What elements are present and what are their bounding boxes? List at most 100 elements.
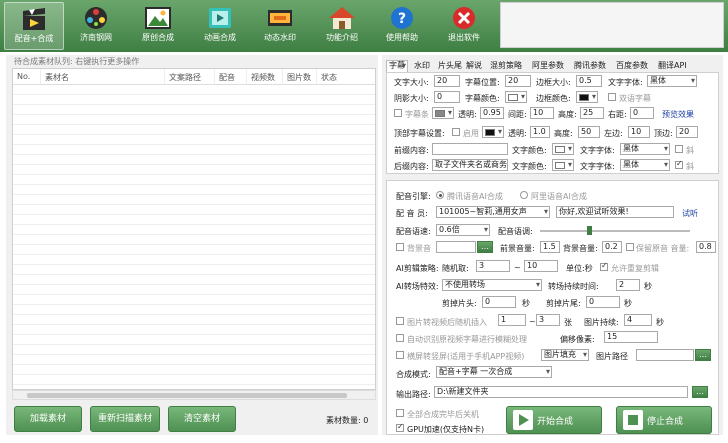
tab-watermark[interactable]: 水印 (412, 60, 432, 72)
font-select[interactable]: 黑体 (647, 75, 697, 87)
top-subtitle-color-picker[interactable] (482, 126, 504, 138)
preview-effect-link[interactable]: 预览效果 (662, 109, 694, 120)
column-header[interactable]: 视频数 (247, 69, 283, 84)
transition-select[interactable]: 不使用转场 (442, 279, 542, 291)
top-subtitle-enable-checkbox[interactable] (452, 128, 460, 136)
bgm-browse-button[interactable]: … (477, 241, 493, 253)
subtitle-color-picker[interactable] (505, 91, 527, 103)
engine-label: 配音引擎: (396, 192, 431, 201)
toolbar-button-watermark[interactable]: 动态水印 (250, 2, 310, 50)
rescan-material-button[interactable]: 重新扫描素材 (90, 406, 160, 432)
tab-mix-strategy[interactable]: 混剪策略 (488, 60, 524, 72)
toolbar-button-exit[interactable]: 退出软件 (434, 2, 494, 50)
prefix-italic-checkbox[interactable] (675, 145, 683, 153)
tab-tencent-params[interactable]: 腾讯参数 (572, 60, 608, 72)
bg-volume-input[interactable]: 0.2 (602, 241, 622, 253)
clear-material-button[interactable]: 清空素材 (168, 406, 236, 432)
toolbar-button-dub-compose[interactable]: 配音+合成 (4, 2, 64, 50)
prefix-input[interactable] (432, 143, 508, 155)
bgm-checkbox[interactable] (396, 243, 404, 251)
suffix-font-select[interactable]: 黑体 (620, 159, 670, 171)
subtitle-bar-checkbox[interactable] (394, 109, 402, 117)
suffix-italic-checkbox[interactable] (675, 159, 683, 169)
shadow-input[interactable]: 0 (434, 91, 460, 103)
column-header[interactable]: 状态 (317, 69, 375, 84)
start-compose-button[interactable]: 开始合成 (506, 406, 602, 434)
load-material-button[interactable]: 加载素材 (14, 406, 82, 432)
keep-original-checkbox[interactable] (626, 243, 634, 251)
column-header[interactable]: 素材名 (41, 69, 165, 84)
tab-narration[interactable]: 解说 (464, 60, 484, 72)
shutdown-checkbox[interactable] (396, 409, 404, 417)
random-from-input[interactable]: 3 (476, 260, 510, 272)
left-margin-input[interactable]: 10 (628, 126, 650, 138)
tab-baidu-params[interactable]: 百度参数 (614, 60, 650, 72)
cut-tail-label: 剪掉片尾: (546, 299, 581, 308)
right-margin-input[interactable]: 0 (630, 107, 654, 119)
top-height-input[interactable]: 50 (578, 126, 600, 138)
img-path-input[interactable] (636, 349, 694, 361)
landscape-checkbox[interactable] (396, 351, 404, 359)
output-browse-button[interactable]: … (692, 386, 708, 398)
bgm-path-input[interactable] (436, 241, 476, 253)
test-text-input[interactable]: 你好,欢迎试听效果! (556, 206, 674, 218)
tab-intro-outro[interactable]: 片头尾 (436, 60, 464, 72)
img-insert-checkbox[interactable] (396, 317, 404, 325)
tab-ali-params[interactable]: 阿里参数 (530, 60, 566, 72)
auto-blur-checkbox[interactable] (396, 334, 404, 342)
img-duration-input[interactable]: 4 (624, 314, 652, 326)
img-from-input[interactable]: 1 (498, 314, 526, 326)
voice-select[interactable]: 101005~智莉,通用女声 (436, 206, 550, 218)
queue-table[interactable]: No. 素材名 文案路径 配音 视频数 图片数 状态 (12, 68, 376, 390)
toolbar-button-help[interactable]: ? 使用帮助 (372, 2, 432, 50)
border-color-picker[interactable] (576, 91, 598, 103)
random-to-input[interactable]: 10 (524, 260, 558, 272)
toolbar-button-animation[interactable]: 动画合成 (190, 2, 250, 50)
allow-repeat-checkbox[interactable] (600, 261, 608, 271)
img-to-input[interactable]: 3 (536, 314, 560, 326)
engine-tencent-radio[interactable] (436, 191, 444, 199)
prefix-color-picker[interactable] (552, 143, 574, 155)
height-input[interactable]: 25 (580, 107, 604, 119)
spacing-input[interactable]: 10 (530, 107, 554, 119)
listen-link[interactable]: 试听 (682, 208, 698, 219)
pitch-slider-thumb[interactable] (587, 226, 592, 235)
compose-mode-select[interactable]: 配音+字幕 一次合成 (436, 366, 552, 378)
gpu-checkbox[interactable] (396, 422, 404, 432)
prefix-font-select[interactable]: 黑体 (620, 143, 670, 155)
scrollbar-thumb[interactable] (27, 393, 347, 398)
horizontal-scrollbar[interactable] (12, 390, 376, 400)
border-size-input[interactable]: 0.5 (576, 75, 602, 87)
transition-time-input[interactable]: 2 (616, 279, 640, 291)
tab-subtitle[interactable]: 字幕 (386, 60, 408, 72)
pitch-slider[interactable] (540, 230, 690, 232)
cut-tail-input[interactable]: 0 (586, 296, 620, 308)
output-path-input[interactable]: D:\新建文件夹 (434, 386, 688, 398)
bilingual-checkbox[interactable] (608, 93, 616, 101)
engine-ali-radio[interactable] (520, 191, 528, 199)
toolbar-button-original[interactable]: 原创合成 (128, 2, 188, 50)
tab-translate-api[interactable]: 翻译API (656, 60, 689, 72)
fill-mode-select[interactable]: 图片填充 (541, 349, 589, 361)
opacity-input[interactable]: 0.95 (480, 107, 504, 119)
column-header[interactable]: 图片数 (283, 69, 317, 84)
stop-compose-button[interactable]: 停止合成 (616, 406, 712, 434)
column-header[interactable]: 文案路径 (165, 69, 215, 84)
keep-original-volume-input[interactable]: 0.8 (696, 241, 716, 253)
top-margin-input[interactable]: 20 (676, 126, 698, 138)
speed-select[interactable]: 0.6倍 (436, 224, 490, 236)
pre-volume-input[interactable]: 1.5 (540, 241, 560, 253)
suffix-color-picker[interactable] (552, 159, 574, 171)
offset-input[interactable]: 15 (604, 331, 658, 343)
column-header[interactable]: No. (13, 69, 41, 84)
toolbar-button-jinan[interactable]: 济南钢网 (66, 2, 126, 50)
suffix-input[interactable]: 取子文件夹名或商务 (432, 159, 508, 171)
toolbar-button-features[interactable]: 功能介绍 (312, 2, 372, 50)
font-size-input[interactable]: 20 (434, 75, 460, 87)
cut-head-input[interactable]: 0 (482, 296, 516, 308)
column-header[interactable]: 配音 (215, 69, 247, 84)
subtitle-position-input[interactable]: 20 (505, 75, 531, 87)
top-opacity-input[interactable]: 1.0 (530, 126, 550, 138)
img-path-browse-button[interactable]: … (695, 349, 711, 361)
subtitle-bar-color-picker[interactable] (432, 107, 454, 119)
